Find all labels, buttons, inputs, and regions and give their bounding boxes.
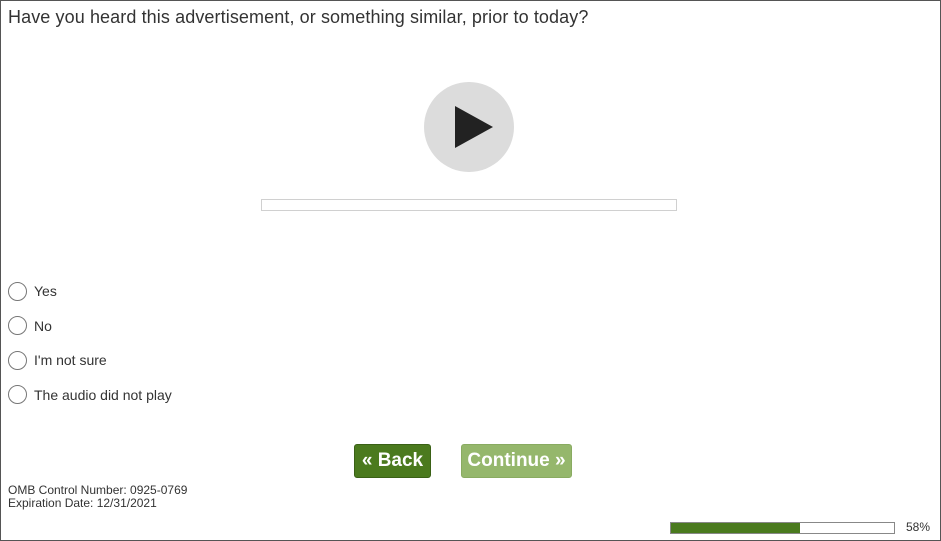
play-icon [455, 106, 493, 148]
option-label: The audio did not play [34, 386, 172, 403]
question-text: Have you heard this advertisement, or so… [8, 7, 589, 27]
survey-progress-fill [671, 523, 801, 533]
back-button[interactable]: « Back [354, 444, 431, 478]
omb-info: OMB Control Number: 0925-0769 Expiration… [8, 484, 187, 510]
play-button[interactable] [424, 82, 514, 172]
option-audio-did-not-play[interactable]: The audio did not play [8, 384, 172, 406]
progress-percent: 58% [906, 520, 931, 534]
continue-button[interactable]: Continue » [461, 444, 572, 478]
expiration-date: Expiration Date: 12/31/2021 [8, 496, 157, 510]
option-not-sure[interactable]: I'm not sure [8, 349, 172, 371]
option-label: No [34, 317, 52, 334]
radio-button[interactable] [8, 316, 27, 335]
audio-progress-track[interactable] [261, 199, 677, 211]
radio-button[interactable] [8, 281, 27, 301]
answer-options: Yes No I'm not sure The audio did not pl… [8, 280, 172, 418]
survey-page: Have you heard this advertisement, or so… [0, 0, 941, 541]
radio-button[interactable] [8, 350, 27, 370]
option-yes[interactable]: Yes [8, 280, 172, 302]
option-label: I'm not sure [34, 352, 107, 368]
radio-button[interactable] [8, 385, 27, 404]
option-label: Yes [34, 283, 57, 299]
survey-progress-bar [670, 522, 895, 534]
option-no[interactable]: No [8, 315, 172, 337]
